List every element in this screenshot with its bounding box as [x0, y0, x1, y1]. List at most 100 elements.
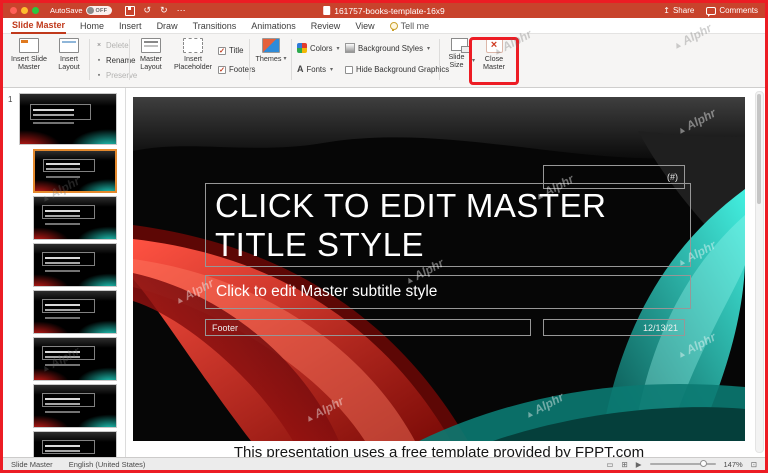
normal-view-icon[interactable]: ▭ [606, 460, 613, 469]
title-checkbox[interactable]: ✓ Title [218, 46, 243, 55]
tab-transitions[interactable]: Transitions [192, 19, 238, 33]
footers-checkbox-label: Footers [229, 65, 255, 74]
comments-button[interactable]: Comments [706, 6, 758, 15]
autosave-state: OFF [96, 8, 108, 14]
minimize-window-button[interactable] [21, 7, 28, 14]
subtitle-placeholder[interactable]: Click to edit Master subtitle style [205, 275, 691, 309]
background-styles-icon [345, 43, 355, 53]
thumbnail-preview [34, 291, 116, 333]
themes-label: Themes [256, 55, 282, 63]
chevron-down-icon: ▾ [337, 45, 340, 52]
scrollbar-thumb[interactable] [757, 94, 761, 204]
thumbnail-preview [35, 151, 115, 191]
document-title: 161757-books-template-16x9 [323, 6, 445, 16]
share-button[interactable]: ↥ Share [663, 6, 694, 15]
preserve-button[interactable]: ▪ Preserve [95, 71, 137, 80]
fonts-icon: A [297, 64, 304, 74]
autosave-label: AutoSave [50, 6, 83, 15]
ribbon-separator [129, 39, 130, 80]
colors-label: Colors [310, 44, 333, 53]
ribbon-tabs: Slide Master Home Insert Draw Transition… [3, 18, 765, 34]
language-selector[interactable]: English (United States) [69, 460, 146, 469]
chevron-down-icon: ▾ [330, 66, 333, 73]
date-placeholder[interactable]: 12/13/21 [543, 319, 685, 336]
thumbnail-preview [34, 244, 116, 286]
slide-thumbnail-panel: 1 [3, 87, 126, 457]
fit-to-window-icon[interactable]: ⊡ [751, 460, 757, 469]
tab-draw[interactable]: Draw [156, 19, 179, 33]
status-view-label: Slide Master [11, 460, 53, 469]
hide-background-graphics-checkbox[interactable]: Hide Background Graphics [345, 65, 449, 74]
redo-icon[interactable]: ↻ [160, 5, 168, 16]
slide-number-text: (#) [667, 172, 678, 182]
insert-placeholder-icon [183, 38, 203, 53]
tab-view[interactable]: View [354, 19, 375, 33]
layout-thumbnail[interactable] [33, 337, 117, 381]
autosave-control: AutoSave OFF [50, 6, 112, 15]
slide-editing-canvas: (#) CLICK TO EDIT MASTER TITLE STYLE Cli… [125, 87, 765, 457]
checkbox-checked-icon: ✓ [218, 47, 226, 55]
tab-slide-master[interactable]: Slide Master [11, 18, 66, 34]
colors-dropdown[interactable]: Colors ▾ [297, 43, 340, 53]
subtitle-placeholder-text: Click to edit Master subtitle style [216, 283, 437, 301]
zoom-percentage[interactable]: 147% [724, 460, 743, 469]
undo-icon[interactable]: ↺ [144, 5, 152, 16]
master-layout-label: Master Layout [133, 55, 169, 72]
template-credit-text: This presentation uses a free template p… [133, 444, 745, 457]
slide-master-editor[interactable]: (#) CLICK TO EDIT MASTER TITLE STYLE Cli… [133, 97, 745, 441]
checkbox-checked-icon: ✓ [218, 66, 226, 74]
footer-placeholder-text: Footer [212, 323, 238, 333]
layout-thumbnail[interactable] [33, 431, 117, 457]
thumbnail-preview [34, 338, 116, 380]
close-window-button[interactable] [10, 7, 17, 14]
slide-size-label: Slide Size [443, 53, 470, 70]
rename-icon: ▪ [95, 57, 103, 64]
fonts-dropdown[interactable]: A Fonts ▾ [297, 64, 333, 74]
colors-icon [297, 43, 307, 53]
title-placeholder-text: CLICK TO EDIT MASTER TITLE STYLE [215, 187, 606, 263]
checkbox-unchecked-icon [345, 66, 353, 74]
insert-layout-button[interactable]: Insert Layout [51, 38, 87, 72]
tab-tell-me[interactable]: Tell me [389, 19, 431, 33]
rename-label: Rename [106, 56, 135, 65]
layout-thumbnail[interactable] [33, 196, 117, 240]
background-styles-dropdown[interactable]: Background Styles ▾ [345, 43, 430, 53]
slideshow-view-icon[interactable]: ▶ [636, 460, 642, 469]
thumbnail-preview [34, 197, 116, 239]
maximize-window-button[interactable] [32, 7, 39, 14]
insert-placeholder-label: Insert Placeholder [171, 55, 215, 72]
slide-size-icon [451, 38, 468, 51]
delete-button[interactable]: × Delete [95, 41, 129, 50]
master-number-label: 1 [8, 95, 12, 104]
preserve-label: Preserve [106, 71, 137, 80]
autosave-toggle[interactable]: OFF [86, 6, 112, 15]
slide-sorter-view-icon[interactable]: ⊞ [621, 460, 627, 469]
layout-thumbnail-selected[interactable] [33, 149, 117, 193]
tab-insert[interactable]: Insert [118, 19, 143, 33]
tab-home[interactable]: Home [79, 19, 105, 33]
titlebar-actions: ↥ Share Comments [663, 6, 758, 15]
layout-thumbnail[interactable] [33, 243, 117, 287]
ribbon-separator [89, 39, 90, 80]
title-bar: AutoSave OFF ↺ ↻ ⋯ 161757-books-template… [3, 3, 765, 18]
zoom-slider[interactable] [650, 463, 716, 465]
master-layout-icon [141, 38, 161, 53]
layout-thumbnail[interactable] [33, 384, 117, 428]
insert-slide-master-label: Insert Slide Master [9, 55, 49, 72]
insert-layout-icon [59, 38, 79, 53]
save-icon[interactable] [125, 6, 135, 16]
themes-button[interactable]: Themes ▾ [253, 38, 289, 63]
vertical-scrollbar[interactable] [755, 91, 764, 453]
footer-placeholder[interactable]: Footer [205, 319, 531, 336]
insert-placeholder-button[interactable]: Insert Placeholder [171, 38, 215, 72]
more-commands-icon[interactable]: ⋯ [177, 5, 186, 16]
tab-review[interactable]: Review [310, 19, 342, 33]
lightbulb-icon [390, 22, 398, 30]
master-layout-button[interactable]: Master Layout [133, 38, 169, 72]
insert-slide-master-button[interactable]: Insert Slide Master [9, 38, 49, 72]
slide-master-thumbnail[interactable] [19, 93, 117, 145]
layout-thumbnail[interactable] [33, 290, 117, 334]
zoom-slider-knob[interactable] [700, 460, 707, 467]
tab-animations[interactable]: Animations [250, 19, 297, 33]
title-placeholder[interactable]: CLICK TO EDIT MASTER TITLE STYLE [205, 183, 691, 267]
